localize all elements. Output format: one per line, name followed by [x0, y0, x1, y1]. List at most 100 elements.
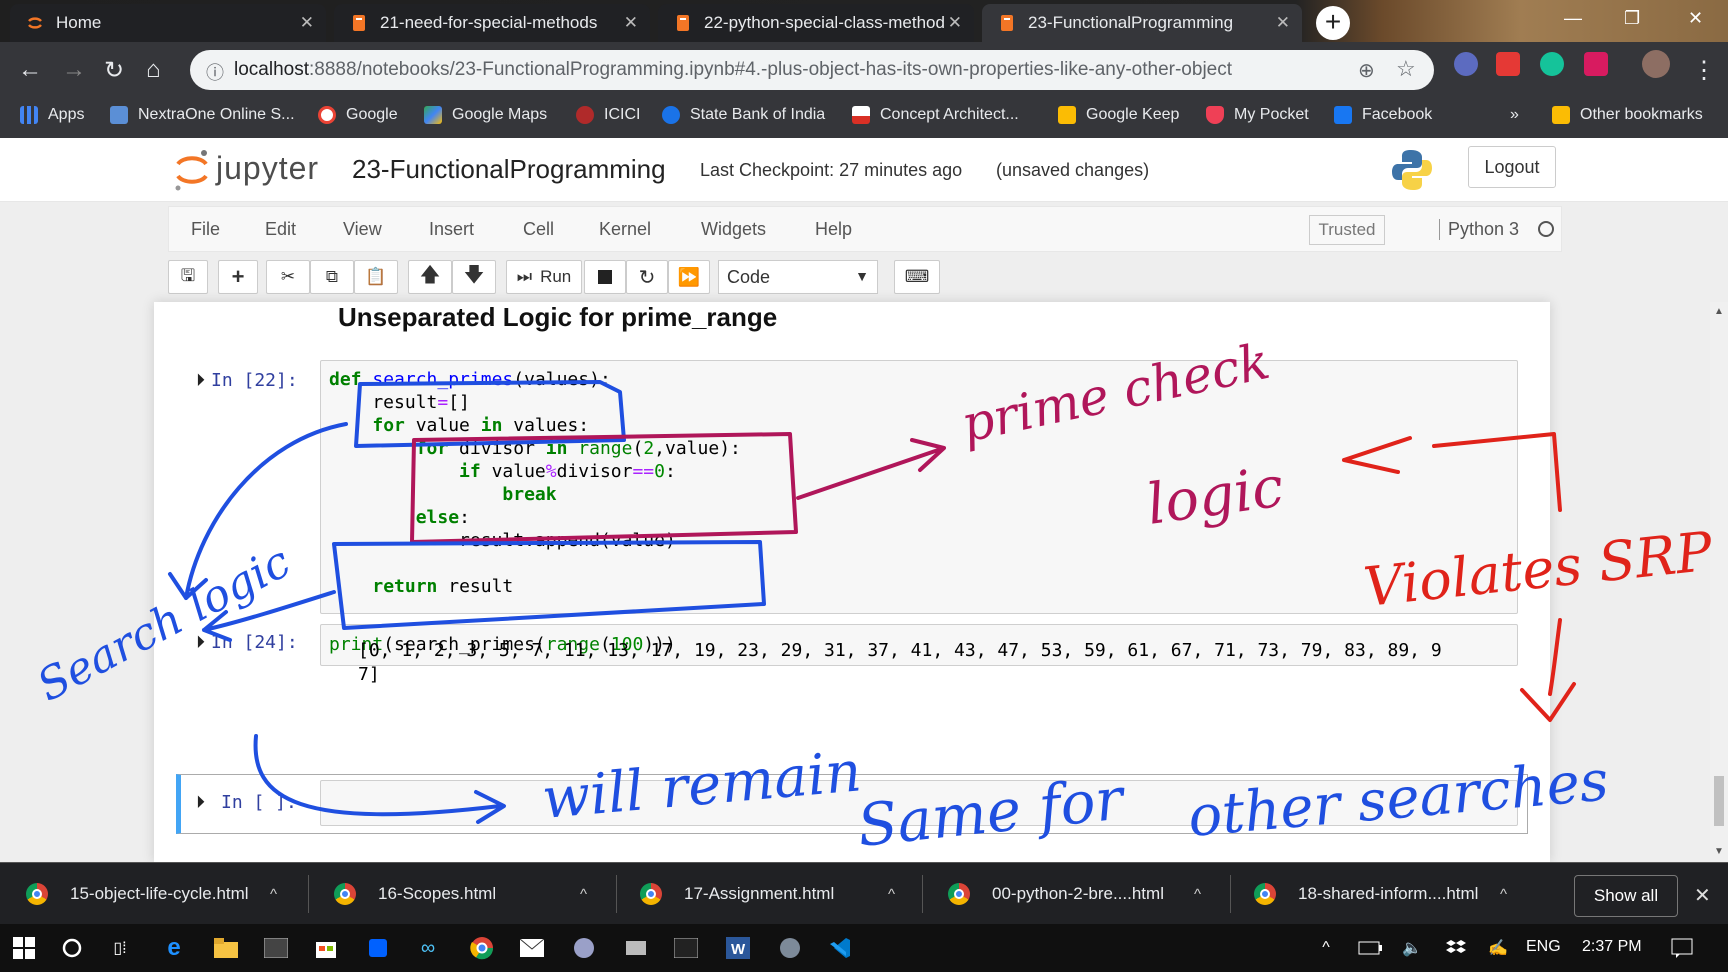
search-icon[interactable] — [58, 934, 86, 962]
trusted-indicator[interactable]: Trusted — [1309, 215, 1385, 245]
bookmarks-overflow[interactable]: » — [1510, 106, 1519, 124]
terminal-icon[interactable] — [262, 934, 290, 962]
chevron-up-icon[interactable]: ^ — [1312, 934, 1340, 962]
new-tab-button[interactable]: + — [1316, 6, 1350, 40]
vscode-icon[interactable] — [826, 934, 854, 962]
download-item[interactable]: 00-python-2-bre....html ^ — [948, 871, 1218, 917]
run-cell-icon[interactable]: ⏵ — [196, 792, 205, 813]
show-all-button[interactable]: Show all — [1574, 875, 1678, 917]
download-item[interactable]: 15-object-life-cycle.html ^ — [26, 871, 296, 917]
zoom-icon[interactable]: ⊕ — [1358, 58, 1375, 83]
battery-icon[interactable] — [1356, 934, 1384, 962]
task-view-icon[interactable]: ▯⁞ — [106, 934, 134, 962]
scroll-down-icon[interactable]: ▼ — [1714, 846, 1724, 857]
code-cell-editor-empty[interactable] — [320, 780, 1518, 826]
language-indicator[interactable]: ENG — [1526, 938, 1561, 956]
chrome-taskbar-icon[interactable] — [468, 934, 496, 962]
tab-22-python-special-class-methods[interactable]: 22-python-special-class-methods ✕ — [658, 4, 974, 42]
jupyter-logo-text[interactable]: jupyter — [216, 150, 319, 187]
grammarly-icon[interactable] — [1540, 52, 1564, 76]
minimize-icon[interactable]: — — [1564, 8, 1582, 29]
close-window-icon[interactable]: ✕ — [1688, 8, 1703, 29]
menu-icon[interactable]: ⋮ — [1692, 56, 1716, 85]
menu-view[interactable]: View — [343, 219, 382, 240]
store-icon[interactable] — [312, 934, 340, 962]
volume-icon[interactable]: 🔈 — [1398, 934, 1426, 962]
move-up-button[interactable]: 🡅 — [408, 260, 452, 294]
extension-icon[interactable] — [1496, 52, 1520, 76]
download-item[interactable]: 16-Scopes.html ^ — [334, 871, 604, 917]
back-icon[interactable]: ← — [18, 56, 42, 84]
chevron-up-icon[interactable]: ^ — [888, 886, 895, 903]
code-cell-editor[interactable]: def search_primes(values): result=[] for… — [320, 360, 1518, 614]
restore-icon[interactable]: ❐ — [1624, 8, 1640, 29]
close-icon[interactable]: ✕ — [1276, 13, 1290, 33]
restart-button[interactable]: ↻ — [626, 260, 668, 294]
menu-kernel[interactable]: Kernel — [599, 219, 651, 240]
menu-insert[interactable]: Insert — [429, 219, 474, 240]
reload-icon[interactable]: ↻ — [104, 56, 124, 85]
bookmark-google[interactable]: Google — [318, 106, 398, 124]
close-icon[interactable]: ✕ — [300, 13, 314, 33]
bookmark-google-maps[interactable]: Google Maps — [424, 106, 547, 124]
tab-home[interactable]: Home ✕ — [10, 4, 326, 42]
paste-button[interactable]: 📋 — [354, 260, 398, 294]
forward-icon[interactable]: → — [62, 56, 86, 84]
move-down-button[interactable]: 🡇 — [452, 260, 496, 294]
download-item[interactable]: 17-Assignment.html ^ — [640, 871, 910, 917]
infinity-icon[interactable]: ∞ — [414, 934, 442, 962]
logout-button[interactable]: Logout — [1468, 146, 1556, 188]
file-explorer-icon[interactable] — [212, 934, 240, 962]
chevron-up-icon[interactable]: ^ — [270, 886, 277, 903]
pen-icon[interactable]: ✍ — [1484, 934, 1512, 962]
chevron-up-icon[interactable]: ^ — [1500, 886, 1507, 903]
download-item[interactable]: 18-shared-inform....html ^ — [1254, 871, 1524, 917]
avatar[interactable] — [1642, 50, 1670, 78]
notifications-icon[interactable] — [1668, 934, 1696, 962]
app-icon[interactable] — [622, 934, 650, 962]
star-icon[interactable]: ☆ — [1396, 56, 1416, 82]
bookmark-apps[interactable]: Apps — [20, 106, 84, 124]
home-icon[interactable]: ⌂ — [146, 56, 161, 84]
menu-edit[interactable]: Edit — [265, 219, 296, 240]
chevron-up-icon[interactable]: ^ — [1194, 886, 1201, 903]
word-icon[interactable]: W — [724, 934, 752, 962]
scroll-up-icon[interactable]: ▲ — [1714, 306, 1724, 317]
cell-type-select[interactable]: Code ▼ — [718, 260, 878, 294]
edge-icon[interactable]: e — [160, 934, 188, 962]
insert-cell-button[interactable]: + — [218, 260, 258, 294]
extension-icon[interactable] — [1454, 52, 1478, 76]
command-palette-button[interactable]: ⌨ — [894, 260, 940, 294]
menu-widgets[interactable]: Widgets — [701, 219, 766, 240]
app-icon[interactable] — [570, 934, 598, 962]
restart-run-all-button[interactable]: ⏩ — [668, 260, 710, 294]
bookmark-facebook[interactable]: Facebook — [1334, 106, 1432, 124]
info-icon[interactable]: ⓘ — [206, 59, 224, 85]
close-icon[interactable]: ✕ — [948, 13, 962, 33]
run-button[interactable]: ⏭ Run — [506, 260, 582, 294]
dropbox-icon[interactable] — [364, 934, 392, 962]
save-button[interactable]: 🖫 — [168, 260, 208, 294]
chevron-up-icon[interactable]: ^ — [580, 886, 587, 903]
close-icon[interactable]: ✕ — [624, 13, 638, 33]
scrollbar[interactable]: ▲ ▼ — [1710, 302, 1728, 862]
scrollbar-thumb[interactable] — [1714, 776, 1724, 826]
bookmark-google-keep[interactable]: Google Keep — [1058, 106, 1179, 124]
cut-button[interactable]: ✂ — [266, 260, 310, 294]
mail-icon[interactable] — [518, 934, 546, 962]
other-bookmarks[interactable]: Other bookmarks — [1552, 106, 1703, 124]
bookmark-icici[interactable]: ICICI — [576, 106, 640, 124]
notebook-name[interactable]: 23-FunctionalProgramming — [352, 154, 666, 185]
bookmark-concept-architect[interactable]: Concept Architect... — [852, 106, 1019, 124]
app-icon[interactable] — [776, 934, 804, 962]
address-bar[interactable]: ⓘ localhost:8888/notebooks/23-Functional… — [190, 50, 1434, 90]
tab-23-functionalprogramming[interactable]: 23-FunctionalProgramming ✕ — [982, 4, 1302, 42]
extension-icon[interactable] — [1584, 52, 1608, 76]
run-cell-icon[interactable]: ⏵ — [196, 370, 205, 391]
tab-21-need-for-special-methods[interactable]: 21-need-for-special-methods ✕ — [334, 4, 650, 42]
bookmark-my-pocket[interactable]: My Pocket — [1206, 106, 1309, 124]
menu-cell[interactable]: Cell — [523, 219, 554, 240]
jupyter-logo-icon[interactable] — [172, 148, 212, 197]
run-cell-icon[interactable]: ⏵ — [196, 632, 205, 653]
copy-button[interactable]: ⧉ — [310, 260, 354, 294]
